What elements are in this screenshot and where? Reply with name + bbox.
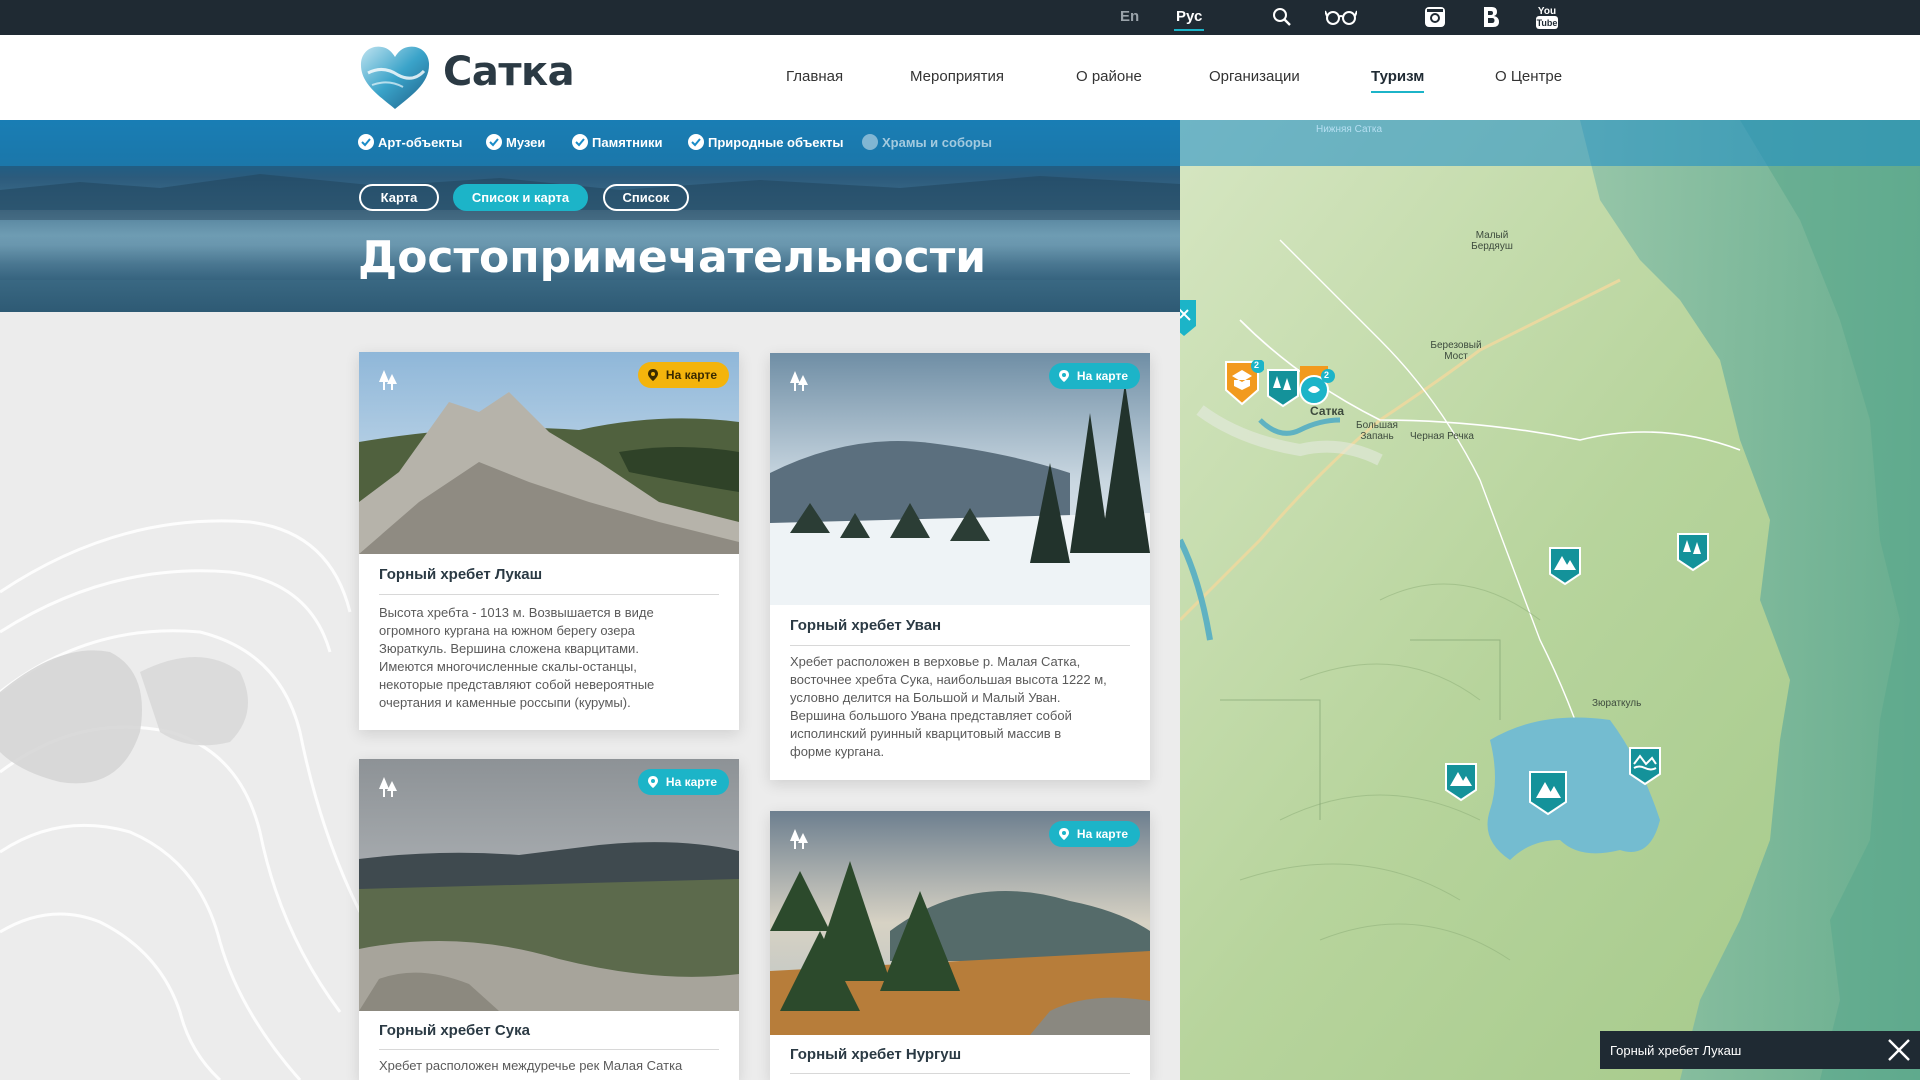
card-title[interactable]: Горный хребет Сука	[379, 1022, 530, 1039]
trees-icon	[377, 368, 401, 392]
filter-label: Природные объекты	[708, 134, 844, 150]
filter-label: Арт-объекты	[378, 134, 463, 150]
map-pin-icon	[1058, 828, 1069, 840]
interactive-map[interactable]: Нижняя Сатка Малый Бердяуш Березовый Мос…	[1180, 120, 1920, 1080]
lang-en-link[interactable]: En	[1120, 8, 1139, 25]
filter-label: Памятники	[592, 134, 663, 150]
card-title[interactable]: Горный хребет Уван	[790, 617, 941, 634]
card-photo	[770, 353, 1150, 605]
check-icon	[486, 134, 502, 150]
heart-logo-icon[interactable]	[358, 43, 432, 111]
map-label-maly-berdyaush: Малый Бердяуш	[1471, 230, 1513, 252]
map-label-chernaya-rechka: Черная Речка	[1410, 431, 1474, 442]
map-tooltip: Горный хребет Лукаш	[1600, 1031, 1920, 1069]
card-divider	[790, 645, 1130, 646]
attraction-card[interactable]: На карте Горный хребет Нургуш	[770, 811, 1150, 1080]
card-photo	[359, 759, 739, 1011]
cluster-count: 2	[1254, 360, 1260, 370]
map-label-bolshaya-zapan: Большая Запань	[1356, 420, 1398, 442]
view-mode-list-button[interactable]: Список	[603, 184, 689, 211]
unchecked-icon	[862, 134, 878, 150]
check-icon	[358, 134, 374, 150]
map-label-zyuratkul: Зюраткуль	[1592, 698, 1642, 709]
site-logo-text[interactable]: Сатка	[443, 49, 575, 95]
nav-item-events[interactable]: Мероприятия	[910, 68, 1004, 85]
youtube-icon[interactable]: You Tube	[1533, 4, 1561, 30]
on-map-label: На карте	[1076, 827, 1128, 841]
map-marker-nature[interactable]	[1676, 532, 1710, 572]
instagram-icon[interactable]	[1421, 4, 1449, 30]
cluster-count: 2	[1324, 370, 1330, 380]
category-filter-bar: Арт-объекты Музеи Памятники Природные об…	[0, 120, 1180, 166]
map-terrain	[1180, 120, 1920, 1080]
nav-item-about-district[interactable]: О районе	[1076, 68, 1142, 85]
map-marker-nature[interactable]	[1266, 368, 1300, 408]
attraction-card[interactable]: На карте Горный хребет Лукаш Высота хреб…	[359, 352, 739, 730]
map-marker-art-object[interactable]	[1180, 300, 1196, 340]
card-description: Хребет расположен в верховье р. Малая Са…	[790, 654, 1107, 759]
attraction-card[interactable]: На карте Горный хребет Уван Хребет распо…	[770, 353, 1150, 780]
map-label-berezovy-most: Березовый Мост	[1430, 340, 1482, 362]
map-marker-mountain[interactable]	[1444, 762, 1478, 802]
view-mode-list-map-button[interactable]: Список и карта	[453, 184, 588, 211]
lang-ru-link[interactable]: Рус	[1173, 8, 1205, 31]
on-map-button[interactable]: На карте	[637, 362, 729, 388]
hero-banner: Арт-объекты Музеи Памятники Природные об…	[0, 120, 1180, 312]
on-map-label: На карте	[665, 368, 717, 382]
card-divider	[379, 594, 719, 595]
site-header: Сатка Главная Мероприятия О районе Орган…	[0, 35, 1920, 120]
on-map-button[interactable]: На карте	[637, 769, 729, 795]
check-icon	[572, 134, 588, 150]
youtube-text-top: You	[1538, 6, 1556, 17]
map-pin-icon	[1058, 370, 1069, 382]
filter-label: Музеи	[506, 134, 546, 150]
nav-item-organizations[interactable]: Организации	[1209, 68, 1300, 85]
map-marker-lake[interactable]	[1628, 746, 1662, 786]
top-bar: En Рус You Tube	[0, 0, 1920, 35]
glasses-icon[interactable]	[1324, 4, 1358, 30]
map-pin-icon	[647, 369, 658, 381]
filter-museums[interactable]: Музеи	[486, 134, 545, 150]
map-marker-mountain-selected[interactable]	[1528, 770, 1568, 816]
nav-item-home[interactable]: Главная	[786, 68, 843, 85]
trees-icon	[788, 827, 812, 851]
nav-item-about-center[interactable]: О Центре	[1495, 68, 1562, 85]
close-icon[interactable]	[1886, 1037, 1912, 1063]
trees-icon	[377, 775, 401, 799]
map-pin-icon	[647, 776, 658, 788]
card-description: Хребет расположен междуречье рек Малая С…	[379, 1058, 683, 1073]
tooltip-title: Горный хребет Лукаш	[1610, 1042, 1742, 1058]
page-title: Достопримечательности	[358, 232, 987, 283]
view-mode-map-button[interactable]: Карта	[359, 184, 439, 211]
card-title[interactable]: Горный хребет Лукаш	[379, 566, 542, 583]
filter-label: Храмы и соборы	[882, 134, 992, 150]
youtube-text-bottom: Tube	[1537, 18, 1558, 28]
search-icon[interactable]	[1268, 4, 1296, 30]
on-map-label: На карте	[665, 775, 717, 789]
attraction-card[interactable]: На карте Горный хребет Сука Хребет распо…	[359, 759, 739, 1080]
map-marker-cluster-monuments[interactable]: 2	[1296, 362, 1335, 405]
trees-icon	[788, 369, 812, 393]
filter-temples[interactable]: Храмы и соборы	[862, 134, 992, 150]
filter-monuments[interactable]: Памятники	[572, 134, 662, 150]
filter-natural-objects[interactable]: Природные объекты	[688, 134, 844, 150]
filter-art-objects[interactable]: Арт-объекты	[358, 134, 462, 150]
on-map-button[interactable]: На карте	[1048, 821, 1140, 847]
on-map-button[interactable]: На карте	[1048, 363, 1140, 389]
check-icon	[688, 134, 704, 150]
map-marker-cluster-museums[interactable]: 2	[1224, 359, 1265, 406]
card-title[interactable]: Горный хребет Нургуш	[790, 1046, 961, 1063]
vk-icon[interactable]	[1477, 4, 1505, 30]
map-marker-mountain[interactable]	[1548, 546, 1582, 586]
card-divider	[790, 1073, 1130, 1074]
on-map-label: На карте	[1076, 369, 1128, 383]
card-description: Высота хребта - 1013 м. Возвышается в ви…	[379, 605, 655, 710]
map-label-nizhnyaya-satka: Нижняя Сатка	[1316, 124, 1383, 135]
card-divider	[379, 1049, 719, 1050]
nav-item-tourism[interactable]: Туризм	[1371, 68, 1425, 93]
